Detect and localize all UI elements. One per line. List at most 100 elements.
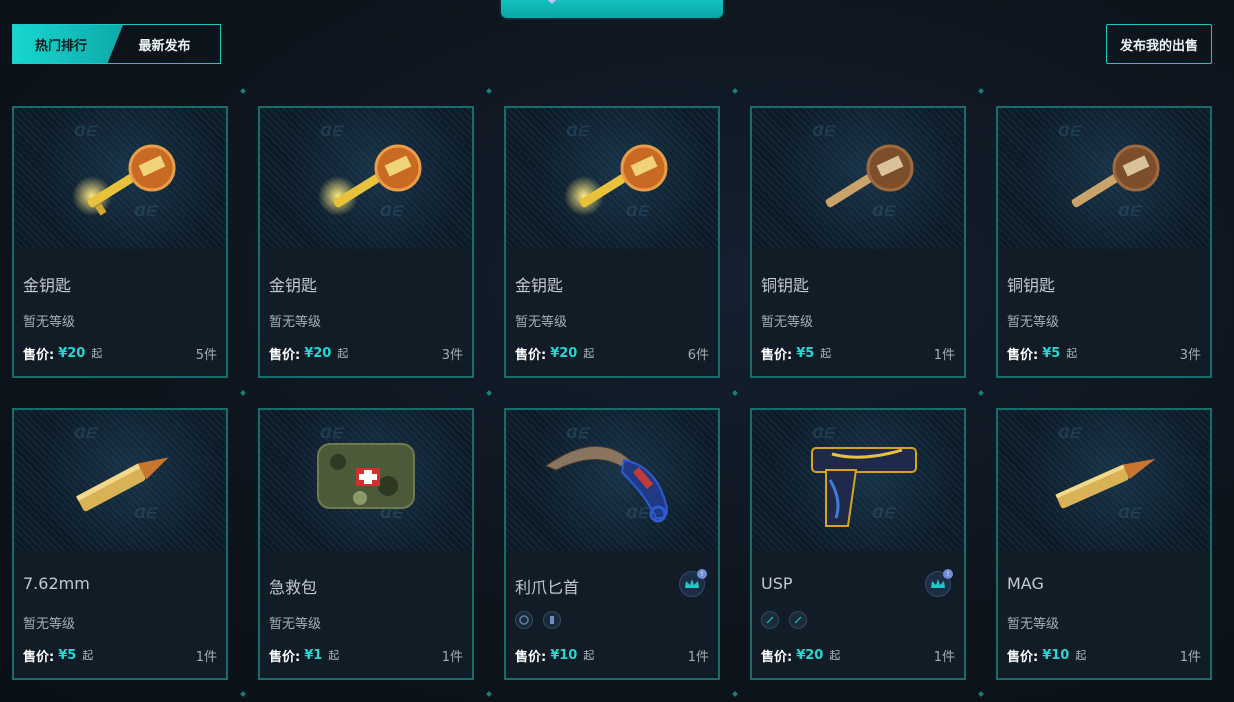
price-label: 售价: (269, 347, 301, 363)
watermark-text: ᗡᗴ (320, 124, 342, 140)
watermark-text: ᗡᗴ (134, 506, 156, 522)
watermark-text: ᗡᗴ (74, 426, 96, 442)
item-count: 5件 (195, 347, 217, 363)
item-thumbnail: ᗡᗴ ᗡᗴ (506, 410, 718, 551)
item-thumbnail: ᗡᗴ ᗡᗴ (260, 108, 472, 249)
decor-dot (486, 390, 492, 396)
crown-badge-icon[interactable]: ! (925, 569, 953, 597)
decor-dot (240, 691, 246, 697)
slash-icon[interactable] (761, 611, 779, 629)
sort-tabs: 热门排行 最新发布 (12, 24, 221, 64)
decor-dot (978, 390, 984, 396)
tab-hot-ranking[interactable]: 热门排行 (13, 25, 123, 63)
item-grade: 暂无等级 (1007, 315, 1060, 330)
item-thumbnail: ᗡᗴ ᗡᗴ (14, 410, 226, 551)
gold-key-icon (564, 144, 668, 216)
item-thumbnail: ᗡᗴ ᗡᗴ (998, 108, 1210, 249)
first-aid-kit-icon (317, 443, 415, 509)
price-label: 售价: (1007, 649, 1039, 665)
tab-newest[interactable]: 最新发布 (109, 25, 220, 63)
item-price: ¥20 (550, 345, 578, 361)
figure-icon[interactable] (543, 611, 561, 629)
item-price: ¥5 (1042, 345, 1061, 361)
from-label: 起 (91, 347, 103, 360)
decor-dot (732, 691, 738, 697)
item-price: ¥20 (304, 345, 332, 361)
item-name: 金钥匙 (269, 276, 318, 295)
from-label: 起 (829, 649, 841, 662)
item-price: ¥5 (58, 647, 77, 663)
from-label: 起 (583, 347, 595, 360)
item-card[interactable]: ᗡᗴ ᗡᗴ 7.62mm 暂无等级 售价: ¥5 起 1件 (12, 408, 228, 680)
from-label: 起 (82, 649, 94, 662)
item-count: 1件 (933, 649, 955, 665)
crown-badge-icon[interactable]: ! (679, 569, 707, 597)
market-page: 热门排行 最新发布 发布我的出售 ᗡᗴ ᗡᗴ 金钥匙 暂无等级 售价: ¥20 … (0, 0, 1234, 702)
decor-dot (732, 390, 738, 396)
item-count: 3件 (441, 347, 463, 363)
watermark-text: ᗡᗴ (134, 204, 156, 220)
slash-icon[interactable] (789, 611, 807, 629)
item-grade: 暂无等级 (269, 617, 322, 632)
item-price: ¥1 (304, 647, 323, 663)
price-label: 售价: (269, 649, 301, 665)
gem-icon (539, 0, 565, 4)
item-price: ¥20 (796, 647, 824, 663)
item-card[interactable]: ᗡᗴ ᗡᗴ MAG 暂无等级 售价: ¥10 起 1件 (996, 408, 1212, 680)
watermark-text: ᗡᗴ (872, 204, 894, 220)
watermark-text: ᗡᗴ (566, 124, 588, 140)
item-count: 3件 (1179, 347, 1201, 363)
price-row: 售价: ¥10 起 1件 (1007, 646, 1201, 665)
item-card[interactable]: ᗡᗴ ᗡᗴ 金钥匙 暂无等级 售价: ¥20 起 3件 (258, 106, 474, 378)
watermark-text: ᗡᗴ (1118, 204, 1140, 220)
bullet-mag-icon (1055, 458, 1156, 509)
item-name: 铜钥匙 (1007, 276, 1056, 295)
price-label: 售价: (761, 347, 793, 363)
decor-dot (486, 691, 492, 697)
item-thumbnail: ᗡᗴ ᗡᗴ (998, 410, 1210, 551)
watermark-text: ᗡᗴ (812, 124, 834, 140)
item-card[interactable]: ᗡᗴ ᗡᗴ 铜钥匙 暂无等级 售价: ¥5 起 3件 (996, 106, 1212, 378)
item-thumbnail: ᗡᗴ ᗡᗴ (14, 108, 226, 249)
item-card[interactable]: ᗡᗴ ᗡᗴ ! USP 售价: ¥20 起 1件 (750, 408, 966, 680)
price-row: 售价: ¥10 起 1件 (515, 646, 709, 665)
decor-dot (732, 88, 738, 94)
watermark-text: ᗡᗴ (320, 426, 342, 442)
watermark-text: ᗡᗴ (626, 506, 648, 522)
item-card[interactable]: ᗡᗴ ᗡᗴ 金钥匙 暂无等级 售价: ¥20 起 5件 (12, 106, 228, 378)
attribute-icons (761, 611, 807, 629)
item-count: 1件 (687, 649, 709, 665)
watermark-text: ᗡᗴ (1058, 426, 1080, 442)
from-label: 起 (820, 347, 832, 360)
price-row: 售价: ¥20 起 1件 (761, 646, 955, 665)
decor-dot (978, 691, 984, 697)
item-count: 1件 (195, 649, 217, 665)
decor-dot (486, 88, 492, 94)
watermark-text: ᗡᗴ (380, 506, 402, 522)
crown-icon (685, 579, 699, 588)
publish-sale-button[interactable]: 发布我的出售 (1106, 24, 1212, 64)
from-label: 起 (337, 347, 349, 360)
item-card[interactable]: ᗡᗴ ᗡᗴ 铜钥匙 暂无等级 售价: ¥5 起 1件 (750, 106, 966, 378)
item-grade: 暂无等级 (1007, 617, 1060, 632)
price-row: 售价: ¥20 起 6件 (515, 344, 709, 363)
watermark-text: ᗡᗴ (1118, 506, 1140, 522)
watermark-text: ᗡᗴ (566, 426, 588, 442)
top-center-tab-decoration (499, 0, 725, 20)
price-label: 售价: (23, 649, 55, 665)
item-thumbnail: ᗡᗴ ᗡᗴ (506, 108, 718, 249)
watermark-text: ᗡᗴ (626, 204, 648, 220)
decor-dot (978, 88, 984, 94)
price-row: 售价: ¥1 起 1件 (269, 646, 463, 665)
from-label: 起 (1075, 649, 1087, 662)
item-card[interactable]: ᗡᗴ ᗡᗴ ! 利爪匕首 售价: ¥10 起 1件 (504, 408, 720, 680)
item-price: ¥5 (796, 345, 815, 361)
item-name: USP (761, 574, 793, 593)
item-name: 金钥匙 (515, 276, 564, 295)
watermark-text: ᗡᗴ (74, 124, 96, 140)
item-card[interactable]: ᗡᗴ ᗡᗴ 急救包 暂无等级 售价: ¥1 起 1件 (258, 408, 474, 680)
item-card[interactable]: ᗡᗴ ᗡᗴ 金钥匙 暂无等级 售价: ¥20 起 6件 (504, 106, 720, 378)
compass-icon[interactable] (515, 611, 533, 629)
watermark-text: ᗡᗴ (380, 204, 402, 220)
from-label: 起 (1066, 347, 1078, 360)
